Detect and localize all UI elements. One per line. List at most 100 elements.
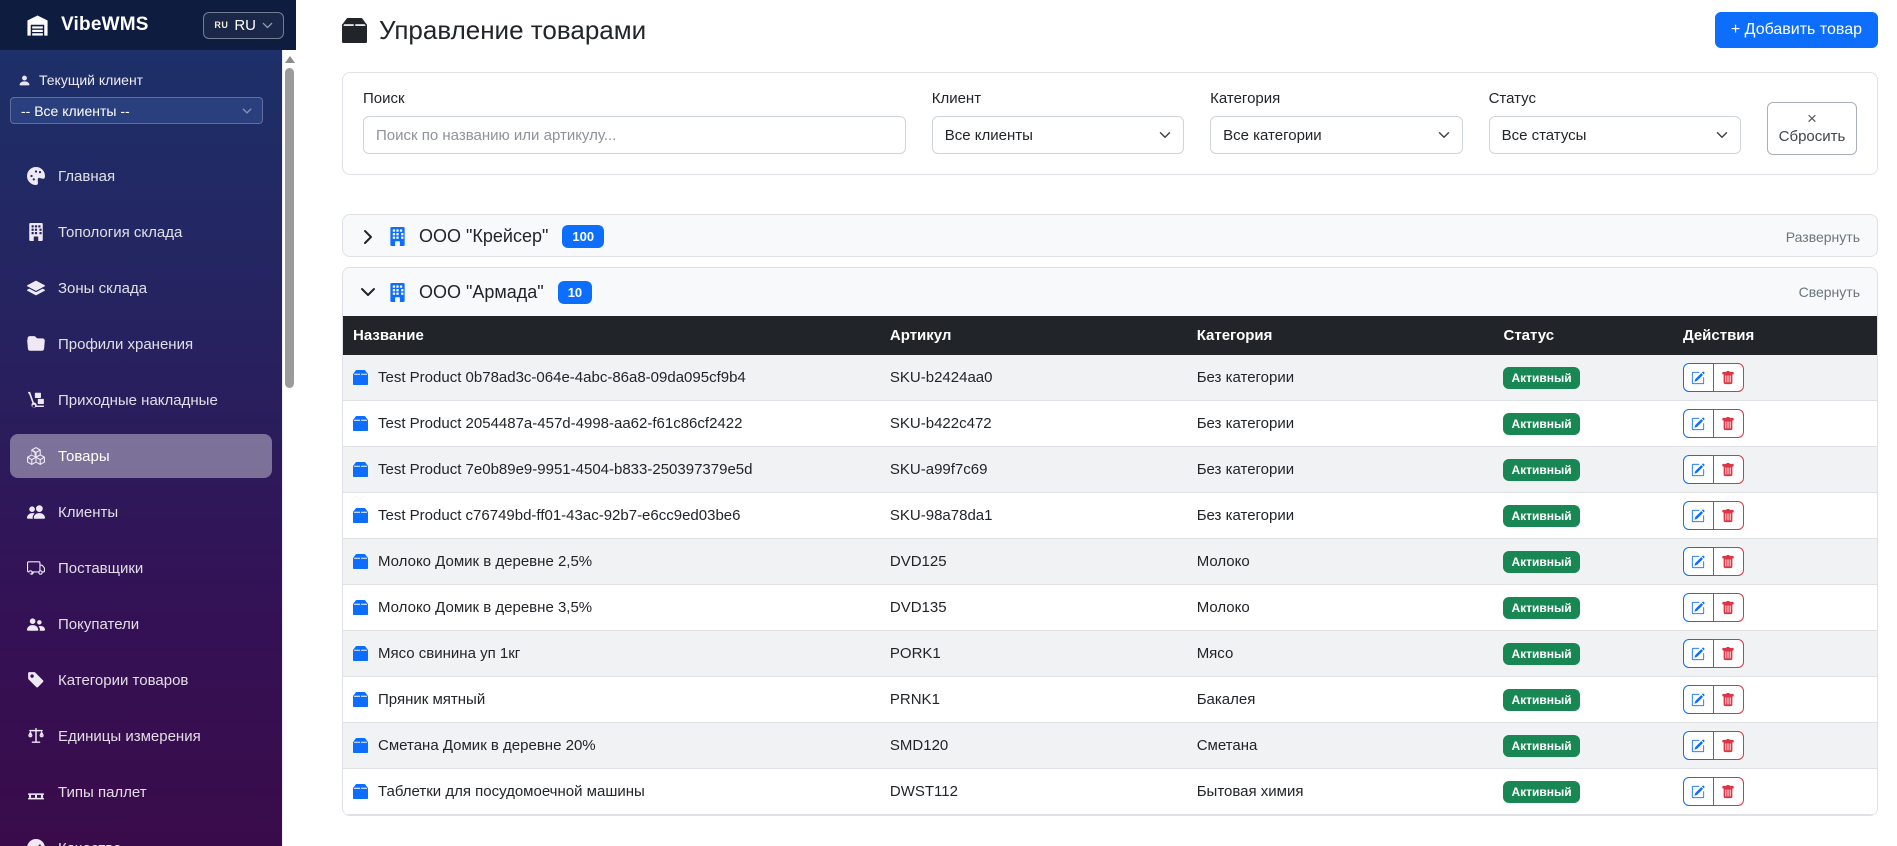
chevron-down-icon[interactable] xyxy=(360,284,376,300)
edit-button[interactable] xyxy=(1683,731,1714,760)
client-group-name: ООО "Крейсер" xyxy=(419,226,548,247)
sidebar-scrollbar[interactable] xyxy=(282,50,296,846)
sidebar-item-building[interactable]: Топология склада xyxy=(10,210,272,254)
sidebar-item-folder[interactable]: Профили хранения xyxy=(10,322,272,366)
product-sku: PRNK1 xyxy=(880,677,1187,723)
delete-button[interactable] xyxy=(1713,731,1744,760)
language-switcher[interactable]: RU RU xyxy=(203,12,284,39)
client-filter-label: Клиент xyxy=(932,90,1184,107)
scrollbar-thumb[interactable] xyxy=(285,68,294,388)
edit-icon xyxy=(1691,555,1705,569)
product-name: Test Product 2054487a-457d-4998-aa62-f61… xyxy=(378,415,742,432)
product-sku: SKU-a99f7c69 xyxy=(880,447,1187,493)
box-icon xyxy=(353,370,368,385)
expand-group-link[interactable]: Развернуть xyxy=(1786,229,1860,245)
client-filter-value: Все клиенты xyxy=(945,127,1033,144)
edit-button[interactable] xyxy=(1683,593,1714,622)
sidebar-item-pallet[interactable]: Типы паллет xyxy=(10,770,272,814)
sidebar-item-user-friends[interactable]: Покупатели xyxy=(10,602,272,646)
sidebar-item-palette[interactable]: Главная xyxy=(10,154,272,198)
status-badge: Активный xyxy=(1503,597,1579,619)
brand-title: VibeWMS xyxy=(61,14,191,36)
edit-button[interactable] xyxy=(1683,455,1714,484)
trash-icon xyxy=(1721,509,1735,523)
status-filter-value: Все статусы xyxy=(1502,127,1587,144)
products-table: Название Артикул Категория Статус Действ… xyxy=(343,316,1877,815)
user-icon xyxy=(18,74,31,87)
sidebar-item-layers[interactable]: Зоны склада xyxy=(10,266,272,310)
delete-button[interactable] xyxy=(1713,363,1744,392)
edit-button[interactable] xyxy=(1683,363,1714,392)
sidebar-item-tag[interactable]: Категории товаров xyxy=(10,658,272,702)
table-row: Молоко Домик в деревне 2,5% DVD125 Молок… xyxy=(343,539,1877,585)
building-icon xyxy=(27,223,45,241)
edit-button[interactable] xyxy=(1683,547,1714,576)
edit-button[interactable] xyxy=(1683,501,1714,530)
edit-button[interactable] xyxy=(1683,409,1714,438)
status-badge: Активный xyxy=(1503,459,1579,481)
box-icon xyxy=(353,462,368,477)
sidebar-item-boxes[interactable]: Товары xyxy=(10,434,272,478)
product-category: Молоко xyxy=(1187,539,1494,585)
column-header-name: Название xyxy=(343,316,880,355)
client-filter-select[interactable]: Все клиенты xyxy=(932,116,1184,154)
filters-panel: Поиск Клиент Все клиенты Категория Все к… xyxy=(342,72,1878,175)
delete-button[interactable] xyxy=(1713,685,1744,714)
box-icon xyxy=(353,508,368,523)
delete-button[interactable] xyxy=(1713,501,1744,530)
current-client-select[interactable]: -- Все клиенты -- xyxy=(10,97,263,124)
column-header-sku: Артикул xyxy=(880,316,1187,355)
sidebar-nav: Главная Топология склада Зоны склада Про… xyxy=(0,154,282,846)
trash-icon xyxy=(1721,739,1735,753)
boxes-icon xyxy=(27,447,45,465)
trash-icon xyxy=(1721,693,1735,707)
current-client-value: -- Все клиенты -- xyxy=(21,103,130,119)
box-icon xyxy=(353,738,368,753)
status-badge: Активный xyxy=(1503,551,1579,573)
scroll-up-arrow-icon[interactable] xyxy=(285,56,295,63)
status-badge: Активный xyxy=(1503,735,1579,757)
table-row: Молоко Домик в деревне 3,5% DVD135 Молок… xyxy=(343,585,1877,631)
product-sku: SMD120 xyxy=(880,723,1187,769)
product-sku: DWST112 xyxy=(880,769,1187,815)
edit-button[interactable] xyxy=(1683,777,1714,806)
edit-icon xyxy=(1691,417,1705,431)
edit-button[interactable] xyxy=(1683,639,1714,668)
dolly-icon xyxy=(27,391,45,409)
sidebar-item-truck[interactable]: Поставщики xyxy=(10,546,272,590)
delete-button[interactable] xyxy=(1713,777,1744,806)
delete-button[interactable] xyxy=(1713,409,1744,438)
delete-button[interactable] xyxy=(1713,455,1744,484)
sidebar-item-check-circle[interactable]: Качество xyxy=(10,826,272,846)
product-category: Без категории xyxy=(1187,355,1494,401)
product-sku: SKU-98a78da1 xyxy=(880,493,1187,539)
trash-icon xyxy=(1721,555,1735,569)
sidebar-item-scale[interactable]: Единицы измерения xyxy=(10,714,272,758)
category-filter-select[interactable]: Все категории xyxy=(1210,116,1462,154)
status-filter-select[interactable]: Все статусы xyxy=(1489,116,1741,154)
sidebar-item-dolly[interactable]: Приходные накладные xyxy=(10,378,272,422)
box-icon xyxy=(353,416,368,431)
chevron-right-icon[interactable] xyxy=(360,229,376,245)
edit-button[interactable] xyxy=(1683,685,1714,714)
palette-icon xyxy=(27,167,45,185)
product-category: Бытовая химия xyxy=(1187,769,1494,815)
delete-button[interactable] xyxy=(1713,547,1744,576)
product-name: Мясо свинина уп 1кг xyxy=(378,645,520,662)
box-icon xyxy=(342,18,367,43)
search-input[interactable] xyxy=(363,116,906,154)
chevron-down-icon xyxy=(1159,129,1171,141)
delete-button[interactable] xyxy=(1713,593,1744,622)
reset-filters-button[interactable]: × Сбросить xyxy=(1767,102,1857,155)
collapse-group-link[interactable]: Свернуть xyxy=(1799,284,1860,300)
delete-button[interactable] xyxy=(1713,639,1744,668)
product-count-badge: 10 xyxy=(558,281,592,304)
sidebar-item-people[interactable]: Клиенты xyxy=(10,490,272,534)
add-product-button[interactable]: + Добавить товар xyxy=(1715,12,1878,48)
sidebar-body: Текущий клиент -- Все клиенты -- Главная… xyxy=(0,50,282,846)
trash-icon xyxy=(1721,647,1735,661)
main-content: Управление товарами + Добавить товар Пои… xyxy=(296,0,1897,816)
product-name: Test Product 0b78ad3c-064e-4abc-86a8-09d… xyxy=(378,369,746,386)
box-icon xyxy=(353,646,368,661)
edit-icon xyxy=(1691,509,1705,523)
